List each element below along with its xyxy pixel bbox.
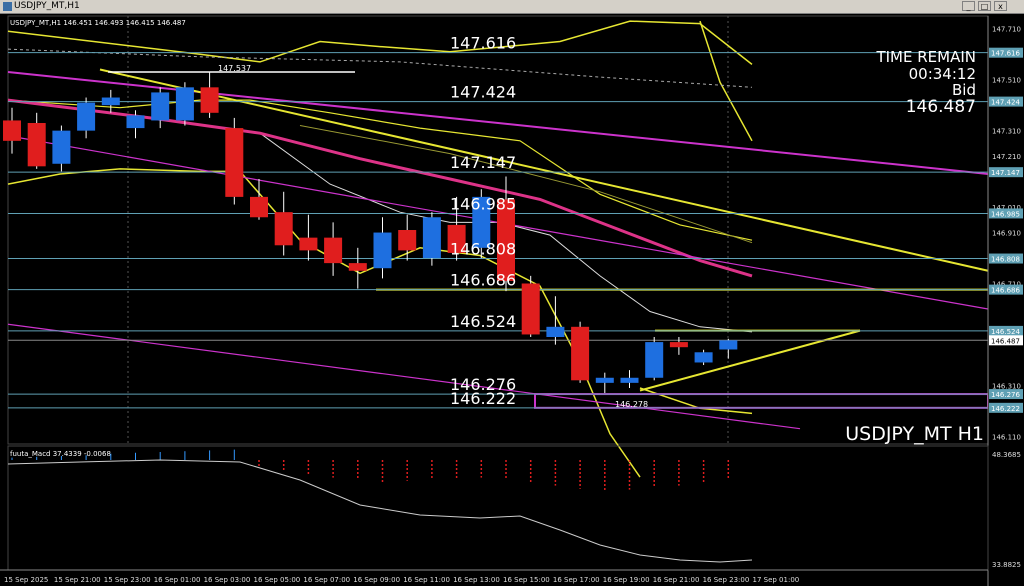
candle-body xyxy=(422,217,441,259)
candle-body xyxy=(373,232,392,269)
candle-body xyxy=(398,230,417,251)
candle-body xyxy=(225,128,244,197)
level-label: 146.524 xyxy=(450,312,516,331)
level-label: 147.424 xyxy=(450,83,516,102)
level-label: 147.147 xyxy=(450,153,516,172)
level-axis-label: 147.424 xyxy=(991,99,1020,107)
time-tick-label: 15 Sep 21:00 xyxy=(54,576,101,584)
candle-body xyxy=(645,342,664,378)
level-axis-label: 146.276 xyxy=(991,391,1020,399)
level-label: 147.616 xyxy=(450,34,516,53)
candle-body xyxy=(274,212,293,246)
candle-body xyxy=(620,377,639,383)
time-tick-label: 16 Sep 11:00 xyxy=(403,576,450,584)
candle-body xyxy=(719,340,738,350)
candle-body xyxy=(250,196,268,218)
candle-body xyxy=(101,97,120,106)
candle-body xyxy=(546,326,565,337)
candle-body xyxy=(126,115,145,129)
time-tick-label: 16 Sep 21:00 xyxy=(653,576,700,584)
candle-body xyxy=(324,237,343,264)
ohlc-info: USDJPY_MT,H1 146.451 146.493 146.415 146… xyxy=(10,19,186,27)
candle-body xyxy=(669,342,688,348)
minimize-button[interactable]: _ xyxy=(962,1,975,11)
candle-body xyxy=(3,120,21,141)
candle-body xyxy=(200,87,219,113)
price-tick-label: 147.210 xyxy=(992,153,1021,161)
level-axis-label: 147.147 xyxy=(991,169,1020,177)
level-axis-label: 146.985 xyxy=(991,210,1020,218)
time-tick-label: 15 Sep 2025 xyxy=(4,576,48,584)
candle-body xyxy=(27,123,46,167)
restore-button[interactable]: □ xyxy=(978,1,991,11)
time-tick-label: 16 Sep 09:00 xyxy=(353,576,400,584)
macd-tick-bottom: 33.8825 xyxy=(992,561,1021,569)
level-axis-label: 146.808 xyxy=(991,256,1020,264)
candle-body xyxy=(175,87,194,121)
level-axis-label: 147.616 xyxy=(991,50,1020,58)
candle-body xyxy=(595,377,614,383)
macd-tick-top: 48.3685 xyxy=(992,451,1021,459)
bid-value: 146.487 xyxy=(906,97,976,117)
candle-body xyxy=(521,283,540,335)
level-label: 146.808 xyxy=(450,240,516,259)
candle-body xyxy=(571,326,590,381)
time-tick-label: 16 Sep 19:00 xyxy=(603,576,650,584)
time-tick-label: 16 Sep 15:00 xyxy=(503,576,550,584)
candle-body xyxy=(299,237,318,251)
high-marker-label: 147.537 xyxy=(218,64,251,73)
time-tick-label: 16 Sep 13:00 xyxy=(453,576,500,584)
current-price-label: 146.487 xyxy=(991,337,1020,345)
macd-label: fuuta_Macd 37.4339 -0.0068 xyxy=(10,450,111,458)
time-tick-label: 17 Sep 01:00 xyxy=(753,576,800,584)
time-tick-label: 16 Sep 01:00 xyxy=(154,576,201,584)
level-axis-label: 146.524 xyxy=(991,328,1020,336)
price-axis: 147.710147.510147.310147.210147.010146.9… xyxy=(987,16,1024,586)
candle-body xyxy=(52,130,71,164)
time-tick-label: 16 Sep 03:00 xyxy=(204,576,251,584)
candle-body xyxy=(151,92,170,121)
level-label: 146.985 xyxy=(450,194,516,213)
time-remain-label: TIME REMAIN xyxy=(875,48,976,66)
candle-body xyxy=(348,263,367,271)
window-title: USDJPY_MT,H1 xyxy=(14,1,80,11)
price-tick-label: 147.310 xyxy=(992,128,1021,136)
time-tick-label: 16 Sep 23:00 xyxy=(703,576,750,584)
level-axis-label: 146.686 xyxy=(991,287,1020,295)
low-marker-label: 146.278 xyxy=(615,400,648,409)
level-label: 146.686 xyxy=(450,271,516,290)
time-tick-label: 15 Sep 23:00 xyxy=(104,576,151,584)
time-tick-label: 16 Sep 05:00 xyxy=(254,576,301,584)
window-title-bar[interactable]: USDJPY_MT,H1 _ □ x xyxy=(0,0,1024,14)
time-tick-label: 16 Sep 17:00 xyxy=(553,576,600,584)
level-axis-label: 146.222 xyxy=(991,405,1020,413)
time-tick-label: 16 Sep 07:00 xyxy=(303,576,350,584)
symbol-watermark: USDJPY_MT H1 xyxy=(845,423,984,445)
price-tick-label: 146.110 xyxy=(992,433,1021,441)
level-label: 146.222 xyxy=(450,389,516,408)
price-chart[interactable]: 147.616 147.424 147.147 146.985 146.808 146.6… xyxy=(0,14,1024,586)
price-tick-label: 146.910 xyxy=(992,230,1021,238)
price-tick-label: 147.710 xyxy=(992,26,1021,34)
chart-window-icon xyxy=(3,2,12,11)
candle-body xyxy=(77,102,96,131)
price-tick-label: 147.510 xyxy=(992,77,1021,85)
candle-body xyxy=(694,352,713,363)
close-button[interactable]: x xyxy=(994,1,1007,11)
